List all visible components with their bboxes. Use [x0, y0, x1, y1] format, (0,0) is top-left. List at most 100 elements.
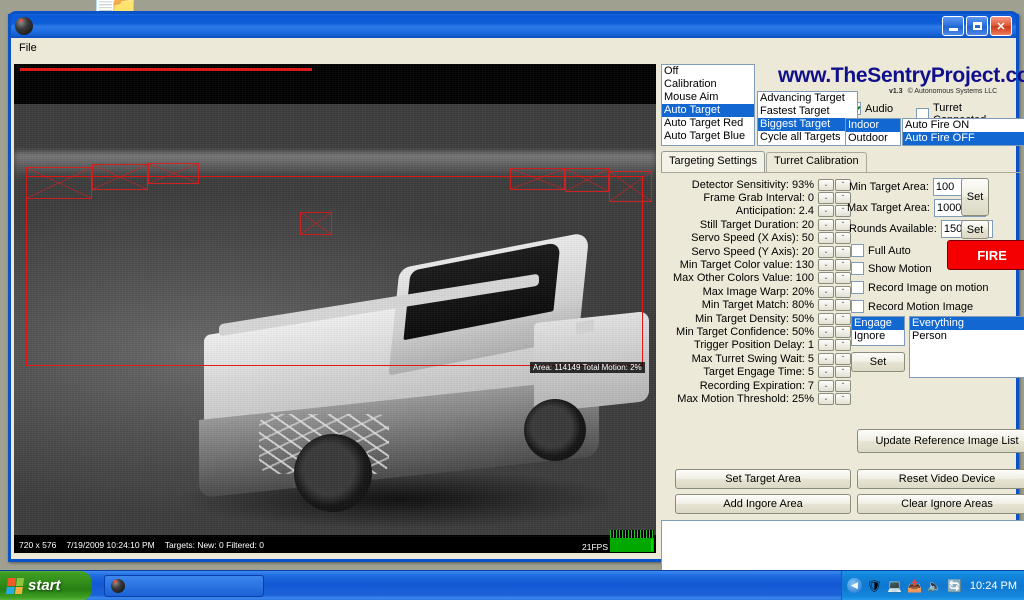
title-bar[interactable]: ✕ — [8, 11, 1019, 38]
tab-targeting-settings[interactable]: Targeting Settings — [661, 151, 766, 172]
checkbox-full-auto[interactable]: Full Auto — [851, 244, 911, 257]
listbox-target-selection-item[interactable]: Fastest Target — [758, 105, 857, 118]
listbox-ignore-item[interactable]: Ignore — [852, 330, 904, 343]
setting-increment-button[interactable]: ⌃ — [835, 339, 851, 352]
listbox-mode-item[interactable]: Auto Target Red — [662, 117, 754, 130]
setting-decrement-button[interactable]: ⌄ — [818, 285, 834, 298]
setting-row: Min Target Color value: 130 ⌄ ⌃ — [661, 258, 851, 272]
maximize-button[interactable] — [966, 16, 988, 36]
video-feed-panel[interactable]: Area: 114149 Total Motion: 2% 720 x 576 … — [14, 64, 656, 553]
setting-decrement-button[interactable]: ⌄ — [818, 312, 834, 325]
setting-decrement-button[interactable]: ⌄ — [818, 178, 834, 191]
tab-turret-calibration[interactable]: Turret Calibration — [766, 152, 867, 172]
menu-item-file[interactable]: File — [11, 40, 45, 56]
setting-value: 5 — [807, 352, 814, 365]
update-reference-image-list-button[interactable]: Update Reference Image List — [857, 429, 1024, 453]
version-copyright: v1.3 © Autonomous Systems LLC — [889, 88, 997, 95]
listbox-engage-ignore[interactable]: Engage Ignore — [851, 316, 905, 346]
setting-decrement-button[interactable]: ⌄ — [818, 245, 834, 258]
close-button[interactable]: ✕ — [990, 16, 1012, 36]
network-disconnected-icon[interactable]: 📤 — [907, 579, 922, 593]
system-tray: ◀ 🛡 💻 📤 🔈 🔄 10:24 PM — [840, 570, 1024, 600]
setting-value: 50 — [801, 232, 814, 245]
setting-decrement-button[interactable]: ⌄ — [818, 325, 834, 338]
listbox-reference-item-selected[interactable]: Everything — [910, 317, 1024, 330]
setting-decrement-button[interactable]: ⌄ — [818, 232, 834, 245]
checkbox-record-motion-image[interactable]: Record Motion Image — [851, 300, 973, 313]
listbox-target-selection[interactable]: Advancing Target Fastest Target Biggest … — [757, 91, 858, 146]
reset-video-device-button[interactable]: Reset Video Device — [857, 469, 1024, 489]
checkbox-record-image-on-motion-box[interactable] — [851, 281, 864, 294]
listbox-mode-item[interactable]: Off — [662, 65, 754, 78]
listbox-environment[interactable]: Indoor Outdoor — [845, 118, 901, 146]
listbox-engage-item-selected[interactable]: Engage — [852, 317, 904, 330]
listbox-reference-images[interactable]: Everything Person — [909, 316, 1024, 378]
listbox-auto-fire[interactable]: Auto Fire ON Auto Fire OFF — [902, 118, 1024, 146]
checkbox-full-auto-label: Full Auto — [868, 244, 911, 257]
set-engage-button[interactable]: Set — [851, 352, 905, 372]
setting-increment-button[interactable]: ⌃ — [835, 312, 851, 325]
checkbox-show-motion-box[interactable] — [851, 262, 864, 275]
setting-increment-button[interactable]: ⌃ — [835, 285, 851, 298]
add-ignore-area-button[interactable]: Add Ingore Area — [675, 494, 851, 514]
shield-warning-icon[interactable]: 🛡 — [867, 579, 882, 593]
windows-logo-icon — [5, 577, 25, 594]
set-target-area-values-button[interactable]: Set — [961, 178, 989, 216]
setting-increment-button[interactable]: ⌃ — [835, 325, 851, 338]
listbox-auto-fire-item-selected[interactable]: Auto Fire OFF — [903, 132, 1024, 145]
set-target-area-button[interactable]: Set Target Area — [675, 469, 851, 489]
setting-decrement-button[interactable]: ⌄ — [818, 352, 834, 365]
setting-increment-button[interactable]: ⌃ — [835, 379, 851, 392]
setting-decrement-button[interactable]: ⌄ — [818, 259, 834, 272]
setting-label: Servo Speed (Y Axis): — [691, 245, 799, 258]
listbox-mode-item[interactable]: Auto Target Blue — [662, 130, 754, 143]
start-button[interactable]: start — [0, 570, 92, 600]
listbox-mode-item[interactable]: Mouse Aim — [662, 91, 754, 104]
volume-icon[interactable]: 🔈 — [927, 579, 942, 593]
listbox-target-selection-item-selected[interactable]: Biggest Target — [758, 118, 857, 131]
tray-expand-icon[interactable]: ◀ — [846, 578, 862, 593]
set-rounds-button[interactable]: Set — [961, 220, 989, 239]
setting-increment-button[interactable]: ⌃ — [835, 366, 851, 379]
setting-decrement-button[interactable]: ⌄ — [818, 379, 834, 392]
setting-increment-button[interactable]: ⌃ — [835, 272, 851, 285]
listbox-target-selection-item[interactable]: Advancing Target — [758, 92, 857, 105]
listbox-mode-item-selected[interactable]: Auto Target — [662, 104, 754, 117]
setting-increment-button[interactable]: ⌃ — [835, 245, 851, 258]
checkbox-full-auto-box[interactable] — [851, 244, 864, 257]
setting-increment-button[interactable]: ⌃ — [835, 299, 851, 312]
minimize-button[interactable] — [942, 16, 964, 36]
listbox-target-selection-item[interactable]: Cycle all Targets — [758, 131, 857, 144]
setting-decrement-button[interactable]: ⌄ — [818, 272, 834, 285]
setting-decrement-button[interactable]: ⌄ — [818, 218, 834, 231]
listbox-environment-item-selected[interactable]: Indoor — [846, 119, 900, 132]
setting-label: Min Target Color value: — [679, 259, 793, 272]
listbox-environment-item[interactable]: Outdoor — [846, 132, 900, 145]
setting-decrement-button[interactable]: ⌄ — [818, 205, 834, 218]
setting-increment-button[interactable]: ⌃ — [835, 259, 851, 272]
update-icon[interactable]: 🔄 — [947, 579, 962, 593]
setting-label: Frame Grab Interval: — [703, 192, 805, 205]
listbox-auto-fire-item[interactable]: Auto Fire ON — [903, 119, 1024, 132]
setting-decrement-button[interactable]: ⌄ — [818, 366, 834, 379]
setting-value: 1 — [807, 339, 814, 352]
setting-decrement-button[interactable]: ⌄ — [818, 192, 834, 205]
clear-ignore-areas-button[interactable]: Clear Ignore Areas — [857, 494, 1024, 514]
setting-increment-button[interactable]: ⌃ — [835, 392, 851, 405]
taskbar-window-button[interactable] — [104, 574, 264, 597]
setting-decrement-button[interactable]: ⌄ — [818, 392, 834, 405]
listbox-reference-item[interactable]: Person — [910, 330, 1024, 343]
tab-strip: Targeting Settings Turret Calibration — [661, 151, 1021, 172]
checkbox-record-motion-image-box[interactable] — [851, 300, 864, 313]
listbox-mode-item[interactable]: Calibration — [662, 78, 754, 91]
fire-button[interactable]: FIRE — [947, 240, 1024, 270]
taskbar: start ◀ 🛡 💻 📤 🔈 🔄 10:24 PM — [0, 570, 1024, 600]
listbox-mode[interactable]: Off Calibration Mouse Aim Auto Target Au… — [661, 64, 755, 146]
setting-decrement-button[interactable]: ⌄ — [818, 299, 834, 312]
taskbar-buttons — [104, 574, 264, 597]
setting-decrement-button[interactable]: ⌄ — [818, 339, 834, 352]
setting-increment-button[interactable]: ⌃ — [835, 352, 851, 365]
checkbox-record-image-on-motion[interactable]: Record Image on motion — [851, 281, 988, 294]
network-icon[interactable]: 💻 — [887, 579, 902, 593]
checkbox-show-motion[interactable]: Show Motion — [851, 262, 932, 275]
